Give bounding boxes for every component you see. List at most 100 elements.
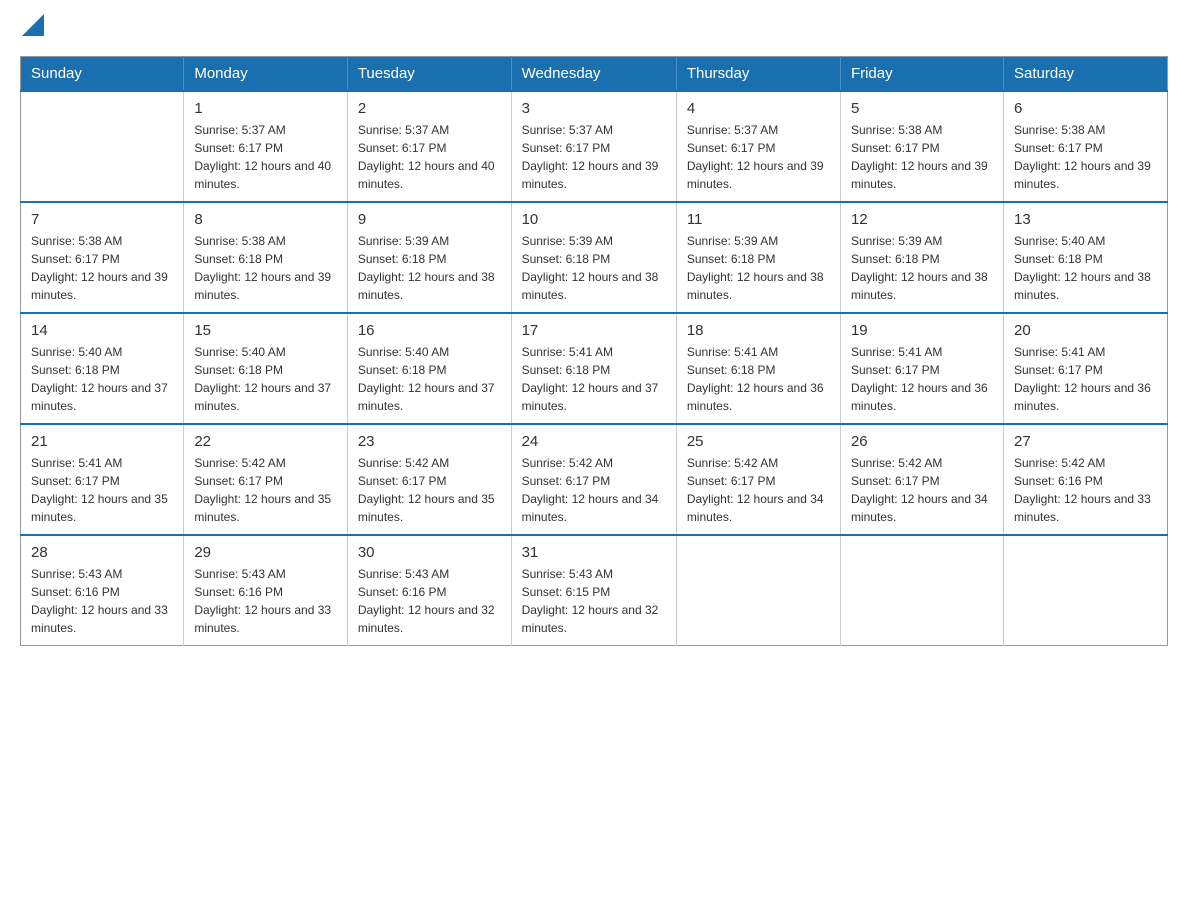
day-sun-info: Sunrise: 5:38 AMSunset: 6:17 PMDaylight:… [31,232,173,304]
day-number: 9 [358,211,501,228]
calendar-day-cell: 29Sunrise: 5:43 AMSunset: 6:16 PMDayligh… [184,535,348,646]
calendar-day-cell: 1 Sunrise: 5:37 AMSunset: 6:17 PMDaylight… [184,91,348,202]
day-sun-info: Sunrise: 5:39 AMSunset: 6:18 PMDaylight:… [851,232,993,304]
day-number: 24 [522,433,666,450]
calendar-day-cell: 11Sunrise: 5:39 AMSunset: 6:18 PMDayligh… [676,202,840,313]
day-number: 18 [687,322,830,339]
day-number: 1 [194,100,337,117]
calendar-day-cell [21,91,184,202]
day-sun-info: Sunrise: 5:38 AMSunset: 6:18 PMDaylight:… [194,232,337,304]
calendar-day-cell: 8 Sunrise: 5:38 AMSunset: 6:18 PMDaylight… [184,202,348,313]
calendar-day-cell: 31Sunrise: 5:43 AMSunset: 6:15 PMDayligh… [511,535,676,646]
calendar-day-cell: 6 Sunrise: 5:38 AMSunset: 6:17 PMDaylight… [1003,91,1167,202]
day-sun-info: Sunrise: 5:37 AMSunset: 6:17 PMDaylight:… [687,121,830,193]
calendar-day-cell: 22 Sunrise: 5:42 AMSunset: 6:17 PMDayligh… [184,424,348,535]
calendar-day-cell: 5 Sunrise: 5:38 AMSunset: 6:17 PMDaylight… [840,91,1003,202]
day-number: 3 [522,100,666,117]
calendar-week-row: 1 Sunrise: 5:37 AMSunset: 6:17 PMDaylight… [21,91,1168,202]
day-sun-info: Sunrise: 5:41 AMSunset: 6:18 PMDaylight:… [522,343,666,415]
day-sun-info: Sunrise: 5:42 AMSunset: 6:17 PMDaylight:… [687,454,830,526]
day-sun-info: Sunrise: 5:42 AMSunset: 6:16 PMDaylight:… [1014,454,1157,526]
day-sun-info: Sunrise: 5:43 AMSunset: 6:16 PMDaylight:… [194,565,337,637]
day-sun-info: Sunrise: 5:42 AMSunset: 6:17 PMDaylight:… [851,454,993,526]
day-sun-info: Sunrise: 5:40 AMSunset: 6:18 PMDaylight:… [194,343,337,415]
day-number: 10 [522,211,666,228]
calendar-day-cell: 15 Sunrise: 5:40 AMSunset: 6:18 PMDayligh… [184,313,348,424]
day-sun-info: Sunrise: 5:39 AMSunset: 6:18 PMDaylight:… [687,232,830,304]
calendar-day-cell: 28Sunrise: 5:43 AMSunset: 6:16 PMDayligh… [21,535,184,646]
day-number: 12 [851,211,993,228]
calendar-table: SundayMondayTuesdayWednesdayThursdayFrid… [20,56,1168,646]
day-number: 26 [851,433,993,450]
calendar-day-cell: 25 Sunrise: 5:42 AMSunset: 6:17 PMDayligh… [676,424,840,535]
day-of-week-header: Tuesday [347,57,511,92]
day-number: 5 [851,100,993,117]
day-sun-info: Sunrise: 5:42 AMSunset: 6:17 PMDaylight:… [358,454,501,526]
page-header [20,20,1168,36]
day-number: 25 [687,433,830,450]
calendar-week-row: 7Sunrise: 5:38 AMSunset: 6:17 PMDaylight… [21,202,1168,313]
calendar-day-cell [676,535,840,646]
calendar-day-cell: 14 Sunrise: 5:40 AMSunset: 6:18 PMDayligh… [21,313,184,424]
day-sun-info: Sunrise: 5:43 AMSunset: 6:15 PMDaylight:… [522,565,666,637]
calendar-day-cell: 12 Sunrise: 5:39 AMSunset: 6:18 PMDayligh… [840,202,1003,313]
calendar-day-cell: 18 Sunrise: 5:41 AMSunset: 6:18 PMDayligh… [676,313,840,424]
calendar-day-cell: 26 Sunrise: 5:42 AMSunset: 6:17 PMDayligh… [840,424,1003,535]
calendar-day-cell: 30Sunrise: 5:43 AMSunset: 6:16 PMDayligh… [347,535,511,646]
day-sun-info: Sunrise: 5:42 AMSunset: 6:17 PMDaylight:… [194,454,337,526]
logo [20,20,44,36]
day-of-week-header: Sunday [21,57,184,92]
day-sun-info: Sunrise: 5:37 AMSunset: 6:17 PMDaylight:… [522,121,666,193]
day-sun-info: Sunrise: 5:39 AMSunset: 6:18 PMDaylight:… [358,232,501,304]
calendar-week-row: 28 Sunrise: 5:43 AMSunset: 6:16 PMDayligh… [21,535,1168,646]
calendar-day-cell: 4 Sunrise: 5:37 AMSunset: 6:17 PMDaylight… [676,91,840,202]
calendar-day-cell: 19Sunrise: 5:41 AMSunset: 6:17 PMDayligh… [840,313,1003,424]
day-number: 20 [1014,322,1157,339]
day-sun-info: Sunrise: 5:39 AMSunset: 6:18 PMDaylight:… [522,232,666,304]
calendar-day-cell: 17 Sunrise: 5:41 AMSunset: 6:18 PMDayligh… [511,313,676,424]
day-sun-info: Sunrise: 5:41 AMSunset: 6:18 PMDaylight:… [687,343,830,415]
day-number: 13 [1014,211,1157,228]
day-number: 16 [358,322,501,339]
day-sun-info: Sunrise: 5:38 AMSunset: 6:17 PMDaylight:… [1014,121,1157,193]
day-of-week-header: Friday [840,57,1003,92]
day-number: 15 [194,322,337,339]
calendar-day-cell [1003,535,1167,646]
day-sun-info: Sunrise: 5:40 AMSunset: 6:18 PMDaylight:… [31,343,173,415]
day-number: 8 [194,211,337,228]
day-number: 28 [31,544,173,561]
calendar-day-cell: 3 Sunrise: 5:37 AMSunset: 6:17 PMDaylight… [511,91,676,202]
day-number: 27 [1014,433,1157,450]
day-of-week-header: Monday [184,57,348,92]
day-number: 17 [522,322,666,339]
calendar-day-cell: 23 Sunrise: 5:42 AMSunset: 6:17 PMDayligh… [347,424,511,535]
day-sun-info: Sunrise: 5:42 AMSunset: 6:17 PMDaylight:… [522,454,666,526]
day-sun-info: Sunrise: 5:41 AMSunset: 6:17 PMDaylight:… [31,454,173,526]
calendar-day-cell: 16 Sunrise: 5:40 AMSunset: 6:18 PMDayligh… [347,313,511,424]
day-sun-info: Sunrise: 5:37 AMSunset: 6:17 PMDaylight:… [194,121,337,193]
day-of-week-header: Saturday [1003,57,1167,92]
day-number: 23 [358,433,501,450]
day-number: 14 [31,322,173,339]
calendar-day-cell: 10 Sunrise: 5:39 AMSunset: 6:18 PMDayligh… [511,202,676,313]
calendar-week-row: 21 Sunrise: 5:41 AMSunset: 6:17 PMDayligh… [21,424,1168,535]
calendar-day-cell: 21 Sunrise: 5:41 AMSunset: 6:17 PMDayligh… [21,424,184,535]
day-number: 4 [687,100,830,117]
calendar-week-row: 14 Sunrise: 5:40 AMSunset: 6:18 PMDayligh… [21,313,1168,424]
calendar-day-cell: 13 Sunrise: 5:40 AMSunset: 6:18 PMDayligh… [1003,202,1167,313]
day-sun-info: Sunrise: 5:40 AMSunset: 6:18 PMDaylight:… [358,343,501,415]
day-number: 22 [194,433,337,450]
day-sun-info: Sunrise: 5:38 AMSunset: 6:17 PMDaylight:… [851,121,993,193]
calendar-day-cell: 24 Sunrise: 5:42 AMSunset: 6:17 PMDayligh… [511,424,676,535]
day-sun-info: Sunrise: 5:40 AMSunset: 6:18 PMDaylight:… [1014,232,1157,304]
calendar-day-cell: 7Sunrise: 5:38 AMSunset: 6:17 PMDaylight… [21,202,184,313]
day-sun-info: Sunrise: 5:41 AMSunset: 6:17 PMDaylight:… [851,343,993,415]
day-of-week-header: Thursday [676,57,840,92]
calendar-header-row: SundayMondayTuesdayWednesdayThursdayFrid… [21,57,1168,92]
day-number: 6 [1014,100,1157,117]
logo-triangle-icon [22,14,44,36]
calendar-day-cell: 9 Sunrise: 5:39 AMSunset: 6:18 PMDaylight… [347,202,511,313]
calendar-day-cell [840,535,1003,646]
day-number: 21 [31,433,173,450]
calendar-day-cell: 27 Sunrise: 5:42 AMSunset: 6:16 PMDayligh… [1003,424,1167,535]
